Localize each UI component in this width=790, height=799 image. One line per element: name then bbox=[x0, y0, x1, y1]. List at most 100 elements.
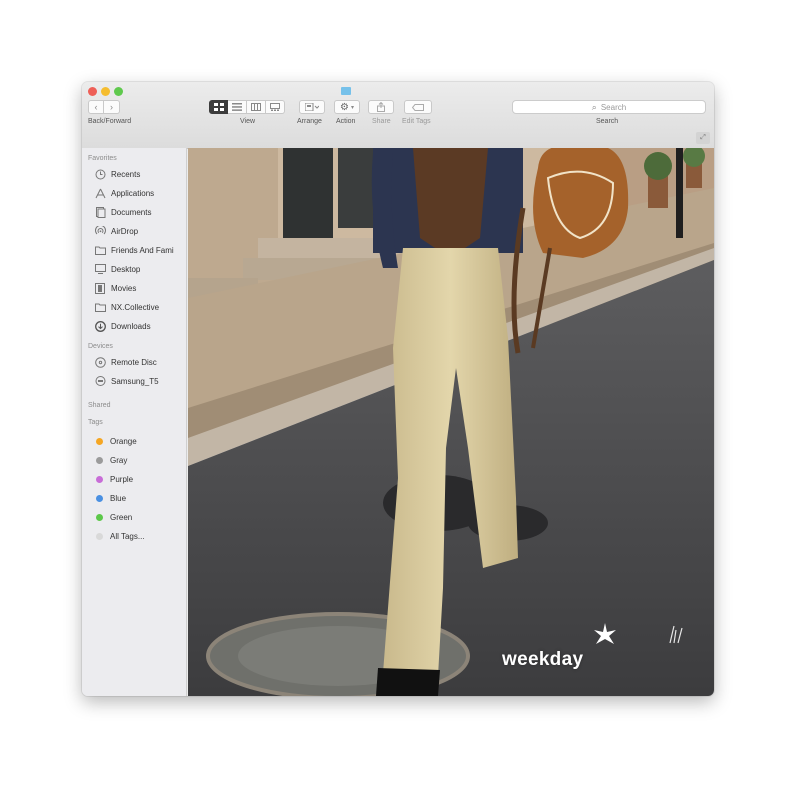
folder-icon bbox=[94, 245, 106, 256]
sidebar-item-tag-purple[interactable]: Purple bbox=[94, 472, 133, 486]
list-view-button[interactable] bbox=[228, 100, 247, 114]
forward-button[interactable]: › bbox=[104, 100, 120, 114]
airdrop-icon bbox=[94, 225, 106, 237]
street-photo bbox=[188, 148, 714, 696]
sidebar-item-remote-disc[interactable]: Remote Disc bbox=[94, 355, 157, 369]
tag-all-dot bbox=[96, 532, 103, 540]
tag-gray-dot bbox=[96, 456, 103, 464]
sidebar: Favorites Recents Applications Documents… bbox=[82, 148, 187, 696]
edit-tags-button[interactable] bbox=[404, 100, 432, 114]
action-button[interactable]: ⚙ ▾ bbox=[334, 100, 360, 114]
zoom-window-button[interactable] bbox=[114, 87, 123, 96]
tag-blue-dot bbox=[96, 494, 103, 502]
finder-window: ‹ › Back/Forward View Arrange ⚙ ▾ Action… bbox=[82, 82, 714, 696]
sidebar-item-label: Downloads bbox=[111, 321, 151, 331]
downloads-icon bbox=[94, 320, 106, 332]
sidebar-item-friends-and-family[interactable]: Friends And Fami bbox=[94, 243, 174, 257]
sidebar-item-label: Purple bbox=[110, 474, 134, 484]
sidebar-item-label: Blue bbox=[110, 493, 127, 503]
clock-icon bbox=[94, 169, 106, 180]
sidebar-item-label: Movies bbox=[111, 283, 137, 293]
gallery-icon bbox=[270, 103, 280, 111]
view-mode-group bbox=[209, 100, 285, 114]
search-label: Search bbox=[596, 118, 619, 125]
sidebar-item-documents[interactable]: Documents bbox=[94, 205, 151, 219]
movies-icon bbox=[94, 282, 106, 294]
search-field[interactable]: ⌕ Search bbox=[512, 100, 706, 114]
devices-header: Devices bbox=[88, 343, 113, 350]
sidebar-item-label: Applications bbox=[111, 188, 155, 198]
sidebar-item-label: Recents bbox=[111, 169, 141, 179]
sidebar-item-desktop[interactable]: Desktop bbox=[94, 262, 140, 276]
tag-purple-dot bbox=[96, 475, 103, 483]
sidebar-item-airdrop[interactable]: AirDrop bbox=[94, 224, 138, 238]
desktop-icon bbox=[94, 264, 106, 275]
back-forward-group: ‹ › bbox=[88, 100, 120, 114]
arrange-icon bbox=[305, 103, 319, 111]
folder-icon bbox=[341, 87, 351, 95]
icon-grid-icon bbox=[213, 103, 224, 111]
sidebar-item-nx-collective[interactable]: NX.Collective bbox=[94, 300, 159, 314]
icon-view-button[interactable] bbox=[209, 100, 228, 114]
view-label: View bbox=[240, 118, 256, 125]
action-label: Action bbox=[336, 118, 356, 125]
back-forward-label: Back/Forward bbox=[88, 118, 132, 125]
file-preview-area bbox=[188, 148, 714, 696]
minimize-window-button[interactable] bbox=[101, 87, 110, 96]
share-button[interactable] bbox=[368, 100, 394, 114]
shared-header: Shared bbox=[88, 402, 111, 409]
brand-watermark: weekday bbox=[502, 649, 584, 670]
edit-tags-label: Edit Tags bbox=[402, 118, 431, 125]
sidebar-item-samsung-t5[interactable]: Samsung_T5 bbox=[94, 374, 159, 388]
sidebar-item-applications[interactable]: Applications bbox=[94, 186, 154, 200]
sidebar-item-label: Gray bbox=[110, 455, 128, 465]
sidebar-item-tag-blue[interactable]: Blue bbox=[94, 491, 126, 505]
drive-icon bbox=[94, 376, 106, 387]
sidebar-item-all-tags[interactable]: All Tags... bbox=[94, 529, 145, 543]
folder-icon bbox=[94, 302, 106, 313]
documents-icon bbox=[94, 206, 106, 218]
sidebar-item-downloads[interactable]: Downloads bbox=[94, 319, 151, 333]
favorites-header: Favorites bbox=[88, 155, 117, 162]
chevron-left-icon: ‹ bbox=[94, 102, 98, 112]
arrange-button[interactable] bbox=[299, 100, 325, 114]
tag-green-dot bbox=[96, 513, 103, 521]
tag-icon bbox=[412, 103, 424, 111]
sidebar-item-label: Remote Disc bbox=[111, 357, 157, 367]
applications-icon bbox=[94, 188, 106, 199]
sidebar-item-tag-orange[interactable]: Orange bbox=[94, 434, 137, 448]
search-placeholder: Search bbox=[600, 102, 627, 112]
share-icon bbox=[377, 102, 385, 112]
sidebar-item-label: Orange bbox=[110, 436, 137, 446]
chevron-right-icon: › bbox=[110, 102, 113, 112]
columns-icon bbox=[251, 103, 261, 111]
gear-icon: ⚙ bbox=[340, 101, 349, 113]
sidebar-item-label: All Tags... bbox=[110, 531, 145, 541]
sidebar-item-label: AirDrop bbox=[111, 226, 139, 236]
expand-icon: ⤢ bbox=[700, 134, 706, 141]
disc-icon bbox=[94, 356, 106, 368]
sidebar-item-label: Documents bbox=[111, 207, 152, 217]
sidebar-item-label: Friends And Fami bbox=[111, 245, 174, 255]
sidebar-item-label: Desktop bbox=[111, 264, 141, 274]
sidebar-item-label: NX.Collective bbox=[111, 302, 160, 312]
share-label: Share bbox=[372, 118, 391, 125]
search-icon: ⌕ bbox=[591, 101, 597, 112]
sidebar-item-tag-green[interactable]: Green bbox=[94, 510, 132, 524]
close-window-button[interactable] bbox=[88, 87, 97, 96]
column-view-button[interactable] bbox=[247, 100, 266, 114]
sidebar-item-label: Samsung_T5 bbox=[111, 376, 159, 386]
gallery-view-button[interactable] bbox=[266, 100, 285, 114]
chevron-down-icon: ▾ bbox=[350, 104, 354, 111]
sidebar-item-recents[interactable]: Recents bbox=[94, 167, 140, 181]
finder-toolbar: ‹ › Back/Forward View Arrange ⚙ ▾ Action… bbox=[82, 82, 714, 149]
sidebar-item-tag-gray[interactable]: Gray bbox=[94, 453, 127, 467]
sidebar-item-label: Green bbox=[110, 512, 133, 522]
list-icon bbox=[232, 103, 242, 111]
back-button[interactable]: ‹ bbox=[88, 100, 104, 114]
expand-toggle-button[interactable]: ⤢ bbox=[696, 132, 710, 144]
sidebar-item-movies[interactable]: Movies bbox=[94, 281, 136, 295]
arrange-label: Arrange bbox=[297, 118, 322, 125]
tag-orange-dot bbox=[96, 437, 103, 445]
tags-header: Tags bbox=[88, 419, 103, 426]
